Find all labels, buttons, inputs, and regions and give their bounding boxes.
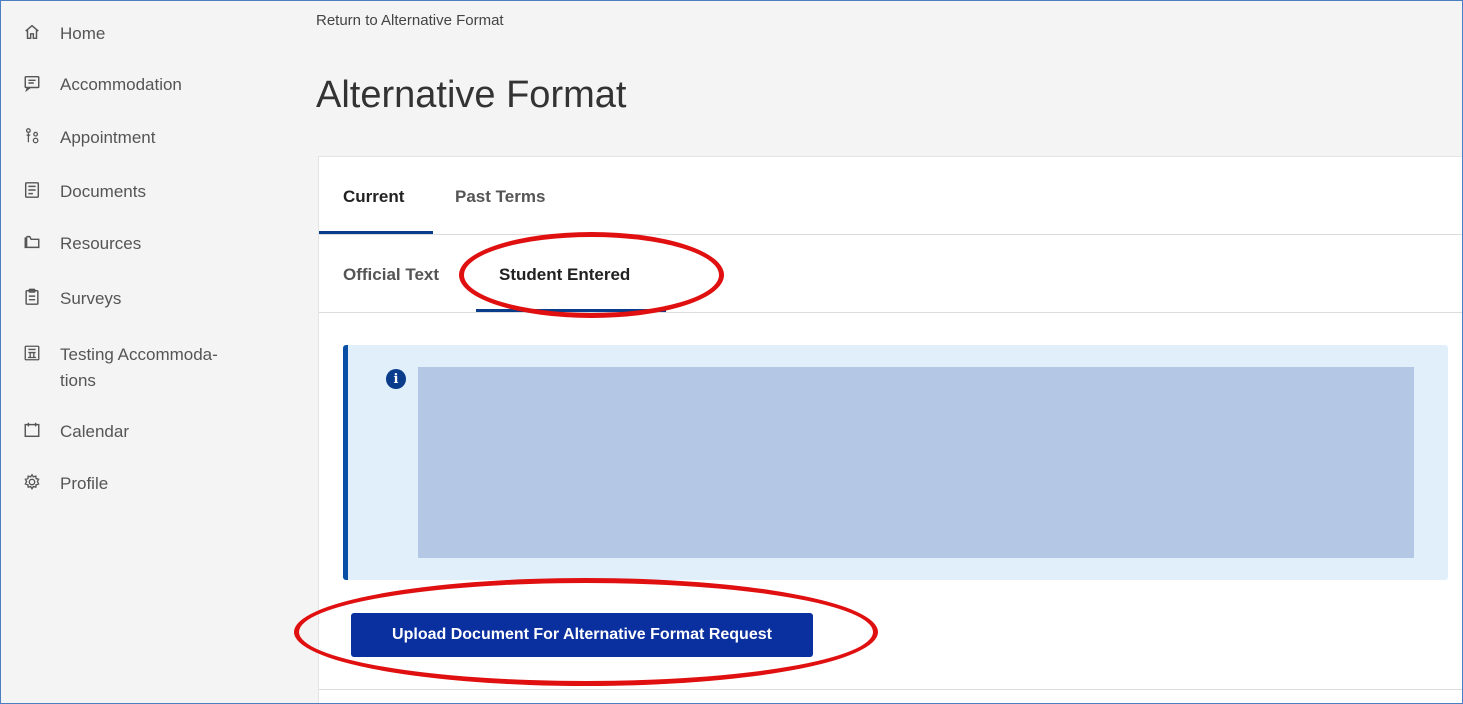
sidebar-item-label: Appointment	[60, 128, 156, 147]
redacted-message	[418, 367, 1414, 558]
tab-student-entered[interactable]: Student Entered	[499, 265, 630, 285]
sidebar-item-label: Surveys	[60, 289, 122, 308]
home-icon	[22, 22, 42, 42]
sidebar-item-label: Home	[60, 24, 106, 43]
tab-student-entered-underline	[476, 309, 666, 312]
sidebar-item-label-line2: tions	[60, 371, 96, 390]
people-icon	[22, 126, 42, 146]
sidebar-item-documents[interactable]: Documents	[22, 180, 146, 204]
divider	[319, 689, 1463, 690]
tab-current[interactable]: Current	[343, 187, 404, 207]
sidebar-item-label: Resources	[60, 234, 142, 253]
testing-icon	[22, 343, 42, 363]
message-icon	[22, 73, 42, 93]
tab-past-terms[interactable]: Past Terms	[455, 187, 545, 207]
format-subtabs: Official Text Student Entered	[319, 235, 1463, 313]
folder-icon	[22, 232, 42, 252]
upload-document-button[interactable]: Upload Document For Alternative Format R…	[351, 613, 813, 657]
term-tabs: Current Past Terms	[319, 157, 1463, 235]
sidebar-item-label: Documents	[60, 182, 146, 201]
info-icon: i	[386, 369, 406, 389]
page-title: Alternative Format	[316, 74, 627, 116]
sidebar-item-appointment[interactable]: Appointment	[22, 126, 155, 150]
sidebar-item-profile[interactable]: Profile	[22, 472, 108, 496]
content-card: Current Past Terms Official Text Student…	[318, 156, 1463, 704]
sidebar-item-accommodation[interactable]: Accommodation	[22, 73, 182, 97]
tab-official-text[interactable]: Official Text	[343, 265, 439, 285]
sidebar-item-label-line1: Testing Accommoda-	[60, 345, 218, 364]
sidebar-item-label: Calendar	[60, 422, 129, 441]
calendar-icon	[22, 420, 42, 440]
sidebar: Home Accommodation Appointment Documents…	[0, 0, 300, 704]
sidebar-item-surveys[interactable]: Surveys	[22, 287, 121, 311]
sidebar-item-home[interactable]: Home	[22, 22, 105, 46]
info-message-box: i	[343, 345, 1448, 580]
clipboard-icon	[22, 287, 42, 307]
gear-icon	[22, 472, 42, 492]
sidebar-item-calendar[interactable]: Calendar	[22, 420, 129, 444]
sidebar-item-resources[interactable]: Resources	[22, 232, 141, 256]
tab-current-underline	[319, 231, 433, 234]
sidebar-item-testing-accommodations[interactable]: Testing Accommoda- tions	[22, 343, 218, 393]
main-content: Return to Alternative Format Alternative…	[300, 0, 1463, 704]
return-link[interactable]: Return to Alternative Format	[316, 12, 504, 29]
document-icon	[22, 180, 42, 200]
sidebar-item-label: Profile	[60, 474, 109, 493]
sidebar-item-label: Accommodation	[60, 75, 182, 94]
sidebar-item-label: Testing Accommoda- tions	[60, 343, 218, 393]
